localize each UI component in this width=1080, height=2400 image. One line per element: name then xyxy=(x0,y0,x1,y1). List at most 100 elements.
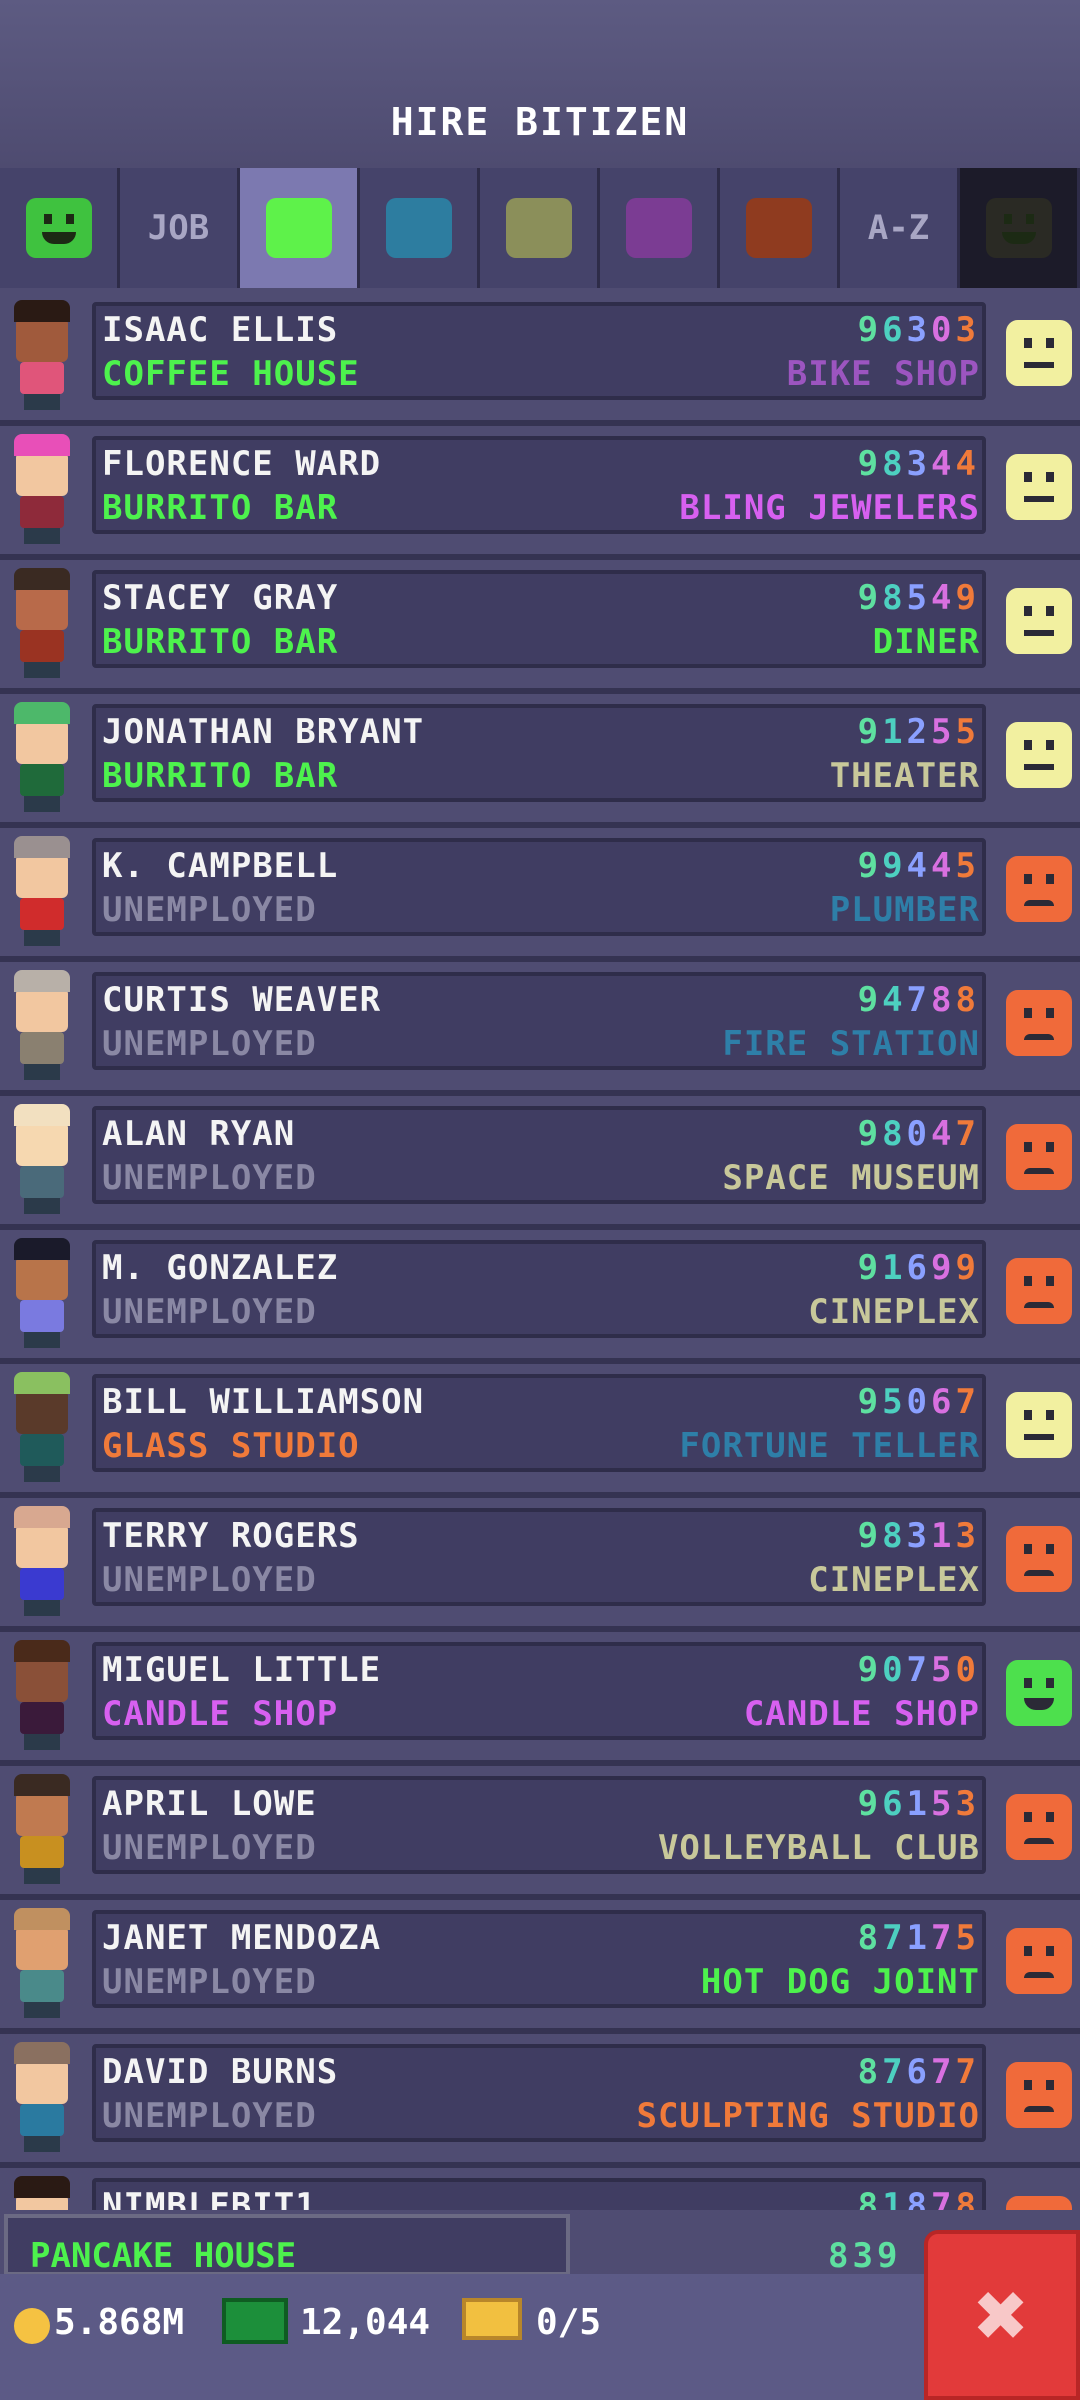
sad-face-icon xyxy=(1006,1794,1072,1860)
avatar xyxy=(8,2042,76,2154)
bitizen-list[interactable]: ISAAC ELLIS COFFEE HOUSE 96303 BIKE SHOP FLO… xyxy=(0,292,1080,2302)
bux-value: 12,044 xyxy=(300,2302,431,2343)
current-job: BURRITO BAR xyxy=(102,488,339,528)
list-item[interactable]: CURTIS WEAVER UNEMPLOYED 94788 FIRE STATION xyxy=(0,962,1080,1096)
list-item[interactable]: STACEY GRAY BURRITO BAR 98549 DINER xyxy=(0,560,1080,694)
filter-tabs: JOB A-Z xyxy=(0,168,1080,288)
bitizen-name: ALAN RYAN xyxy=(102,1114,296,1154)
currency-bar: 5.868M 12,044 0/5 xyxy=(0,2274,1080,2400)
neutral-face-icon xyxy=(1006,320,1072,386)
avatar xyxy=(8,1774,76,1886)
skill-numbers: 90750 xyxy=(857,1650,980,1690)
avatar xyxy=(8,434,76,546)
partial-list-row[interactable]: PANCAKE HOUSE 839 xyxy=(0,2210,1080,2276)
avatar xyxy=(8,1506,76,1618)
current-job: CANDLE SHOP xyxy=(102,1694,339,1734)
avatar xyxy=(8,836,76,948)
list-item[interactable]: TERRY ROGERS UNEMPLOYED 98313 CINEPLEX xyxy=(0,1498,1080,1632)
current-job: UNEMPLOYED xyxy=(102,1292,317,1332)
partial-row-number: 839 xyxy=(828,2236,902,2276)
color-swatch-icon xyxy=(625,198,692,258)
avatar xyxy=(8,1104,76,1216)
dream-job: THEATER xyxy=(829,756,980,796)
current-job: GLASS STUDIO xyxy=(102,1426,360,1466)
bitizen-name: CURTIS WEAVER xyxy=(102,980,382,1020)
neutral-face-icon xyxy=(1006,1392,1072,1458)
close-button[interactable]: ✖ xyxy=(924,2230,1080,2400)
list-item[interactable]: K. CAMPBELL UNEMPLOYED 99445 PLUMBER xyxy=(0,828,1080,962)
bitizen-name: ISAAC ELLIS xyxy=(102,310,339,350)
dream-job: FIRE STATION xyxy=(722,1024,980,1064)
sad-face-icon xyxy=(1006,2062,1072,2128)
skill-numbers: 91255 xyxy=(857,712,980,752)
list-item[interactable]: ISAAC ELLIS COFFEE HOUSE 96303 BIKE SHOP xyxy=(0,292,1080,426)
sad-face-icon xyxy=(1006,990,1072,1056)
avatar xyxy=(8,970,76,1082)
tab-color-filter[interactable] xyxy=(720,168,840,288)
tab-color-filter[interactable] xyxy=(360,168,480,288)
color-swatch-icon xyxy=(505,198,572,258)
avatar xyxy=(8,1640,76,1752)
current-job: UNEMPLOYED xyxy=(102,2096,317,2136)
current-job: BURRITO BAR xyxy=(102,756,339,796)
skill-numbers: 98549 xyxy=(857,578,980,618)
sad-face-icon xyxy=(1006,1124,1072,1190)
skill-numbers: 95067 xyxy=(857,1382,980,1422)
sad-face-icon xyxy=(1006,856,1072,922)
skill-numbers: 98313 xyxy=(857,1516,980,1556)
current-job: UNEMPLOYED xyxy=(102,1560,317,1600)
dream-job: FORTUNE TELLER xyxy=(679,1426,980,1466)
current-job: UNEMPLOYED xyxy=(102,1962,317,2002)
dream-job: BLING JEWELERS xyxy=(679,488,980,528)
tab-label: A-Z xyxy=(867,208,930,248)
sad-face-icon xyxy=(1006,1526,1072,1592)
bitizen-name: JONATHAN BRYANT xyxy=(102,712,425,752)
list-item[interactable]: ALAN RYAN UNEMPLOYED 98047 SPACE MUSEUM xyxy=(0,1096,1080,1230)
tab-color-filter[interactable] xyxy=(480,168,600,288)
tab-color-filter[interactable] xyxy=(600,168,720,288)
sad-face-icon xyxy=(1006,1928,1072,1994)
tab-dark-face-tab[interactable] xyxy=(960,168,1080,288)
tab-job[interactable]: JOB xyxy=(120,168,240,288)
avatar xyxy=(8,702,76,814)
coin-icon xyxy=(14,2308,50,2344)
tab-color-filter[interactable] xyxy=(240,168,360,288)
bitizen-name: M. GONZALEZ xyxy=(102,1248,339,1288)
bitizen-name: APRIL LOWE xyxy=(102,1784,317,1824)
neutral-face-icon xyxy=(1006,588,1072,654)
list-item[interactable]: M. GONZALEZ UNEMPLOYED 91699 CINEPLEX xyxy=(0,1230,1080,1364)
list-item[interactable]: DAVID BURNS UNEMPLOYED 87677 SCULPTING STUD… xyxy=(0,2034,1080,2168)
dream-job: BIKE SHOP xyxy=(786,354,980,394)
avatar xyxy=(8,1908,76,2020)
list-item[interactable]: JONATHAN BRYANT BURRITO BAR 91255 THEATER xyxy=(0,694,1080,828)
current-job: UNEMPLOYED xyxy=(102,1828,317,1868)
list-item[interactable]: FLORENCE WARD BURRITO BAR 98344 BLING JEWEL… xyxy=(0,426,1080,560)
dream-job: CINEPLEX xyxy=(808,1292,980,1332)
dream-job: PLUMBER xyxy=(829,890,980,930)
skill-numbers: 94788 xyxy=(857,980,980,1020)
neutral-face-icon xyxy=(1006,454,1072,520)
dream-job: CINEPLEX xyxy=(808,1560,980,1600)
skill-numbers: 96153 xyxy=(857,1784,980,1824)
close-icon: ✖ xyxy=(974,2262,1030,2368)
list-item[interactable]: JANET MENDOZA UNEMPLOYED 87175 HOT DOG JOIN… xyxy=(0,1900,1080,2034)
sad-face-icon xyxy=(1006,1258,1072,1324)
avatar xyxy=(8,568,76,680)
tab-az[interactable]: A-Z xyxy=(840,168,960,288)
avatar xyxy=(8,1372,76,1484)
bitizen-name: FLORENCE WARD xyxy=(102,444,382,484)
current-job: UNEMPLOYED xyxy=(102,1158,317,1198)
list-item[interactable]: BILL WILLIAMSON GLASS STUDIO 95067 FORTUNE … xyxy=(0,1364,1080,1498)
coins-value: 5.868M xyxy=(54,2302,185,2343)
color-swatch-icon xyxy=(265,198,332,258)
bitizen-name: K. CAMPBELL xyxy=(102,846,339,886)
dream-job: DINER xyxy=(872,622,980,662)
list-item[interactable]: MIGUEL LITTLE CANDLE SHOP 90750 CANDLE SHOP xyxy=(0,1632,1080,1766)
skill-numbers: 98344 xyxy=(857,444,980,484)
neutral-face-icon xyxy=(1006,722,1072,788)
current-job: BURRITO BAR xyxy=(102,622,339,662)
avatar xyxy=(8,1238,76,1350)
tab-happy-face-tab[interactable] xyxy=(0,168,120,288)
skill-numbers: 96303 xyxy=(857,310,980,350)
list-item[interactable]: APRIL LOWE UNEMPLOYED 96153 VOLLEYBALL CLUB xyxy=(0,1766,1080,1900)
